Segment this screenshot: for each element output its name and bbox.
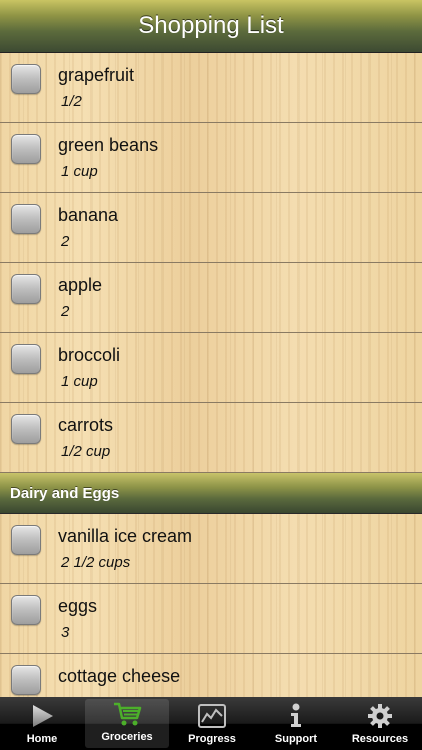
tab-progress[interactable]: Progress	[170, 697, 254, 750]
chart-icon	[198, 702, 226, 730]
item-name: apple	[58, 275, 103, 295]
list-item[interactable]: broccoli 1 cup	[0, 333, 422, 403]
item-name: eggs	[58, 596, 98, 616]
cart-icon	[112, 700, 142, 728]
item-quantity: 1/2	[61, 93, 82, 110]
item-name: banana	[58, 205, 119, 225]
list-item[interactable]: green beans 1 cup	[0, 123, 422, 193]
tab-label: Resources	[351, 733, 409, 745]
tab-label: Support	[274, 733, 318, 745]
item-name: carrots	[58, 415, 114, 435]
list-item[interactable]: banana 2	[0, 193, 422, 263]
item-quantity: 2 1/2 cups	[61, 554, 131, 571]
item-quantity: 1/2 cup	[61, 443, 111, 460]
item-name: broccoli	[58, 345, 121, 365]
tab-home[interactable]: Home	[0, 697, 84, 750]
tab-label: Home	[26, 733, 58, 745]
list-item[interactable]: eggs 3	[0, 584, 422, 654]
item-checkbox[interactable]	[11, 204, 41, 234]
item-quantity: 3	[61, 624, 70, 641]
list-item[interactable]: apple 2	[0, 263, 422, 333]
shopping-list[interactable]: grapefruit 1/2 green beans 1 cup banana …	[0, 53, 422, 697]
play-icon	[29, 702, 55, 730]
list-item[interactable]: grapefruit 1/2	[0, 53, 422, 123]
navigation-bar: Shopping List	[0, 0, 422, 53]
item-name: green beans	[58, 135, 159, 155]
list-item[interactable]: cottage cheese	[0, 654, 422, 697]
gear-icon	[367, 702, 393, 730]
item-quantity: 1 cup	[61, 373, 98, 390]
list-item[interactable]: vanilla ice cream 2 1/2 cups	[0, 514, 422, 584]
item-checkbox[interactable]	[11, 344, 41, 374]
list-item[interactable]: carrots 1/2 cup	[0, 403, 422, 473]
item-checkbox[interactable]	[11, 665, 41, 695]
section-title: Dairy and Eggs	[10, 484, 120, 502]
tab-label: Groceries	[101, 731, 153, 743]
item-checkbox[interactable]	[11, 64, 41, 94]
item-checkbox[interactable]	[11, 274, 41, 304]
item-checkbox[interactable]	[11, 134, 41, 164]
item-quantity: 2	[61, 303, 70, 320]
item-name: grapefruit	[58, 65, 135, 85]
item-name: cottage cheese	[58, 666, 181, 686]
item-quantity: 1 cup	[61, 163, 98, 180]
tab-bar: Home Groceries Progress Support Resource…	[0, 697, 422, 750]
item-checkbox[interactable]	[11, 595, 41, 625]
item-quantity: 2	[61, 233, 70, 250]
tab-groceries[interactable]: Groceries	[85, 699, 169, 748]
item-checkbox[interactable]	[11, 414, 41, 444]
tab-support[interactable]: Support	[254, 697, 338, 750]
page-title: Shopping List	[138, 12, 284, 39]
item-name: vanilla ice cream	[58, 526, 193, 546]
item-checkbox[interactable]	[11, 525, 41, 555]
section-header-dairy: Dairy and Eggs	[0, 473, 422, 514]
tab-resources[interactable]: Resources	[338, 697, 422, 750]
info-icon	[287, 702, 305, 730]
tab-label: Progress	[188, 733, 236, 745]
